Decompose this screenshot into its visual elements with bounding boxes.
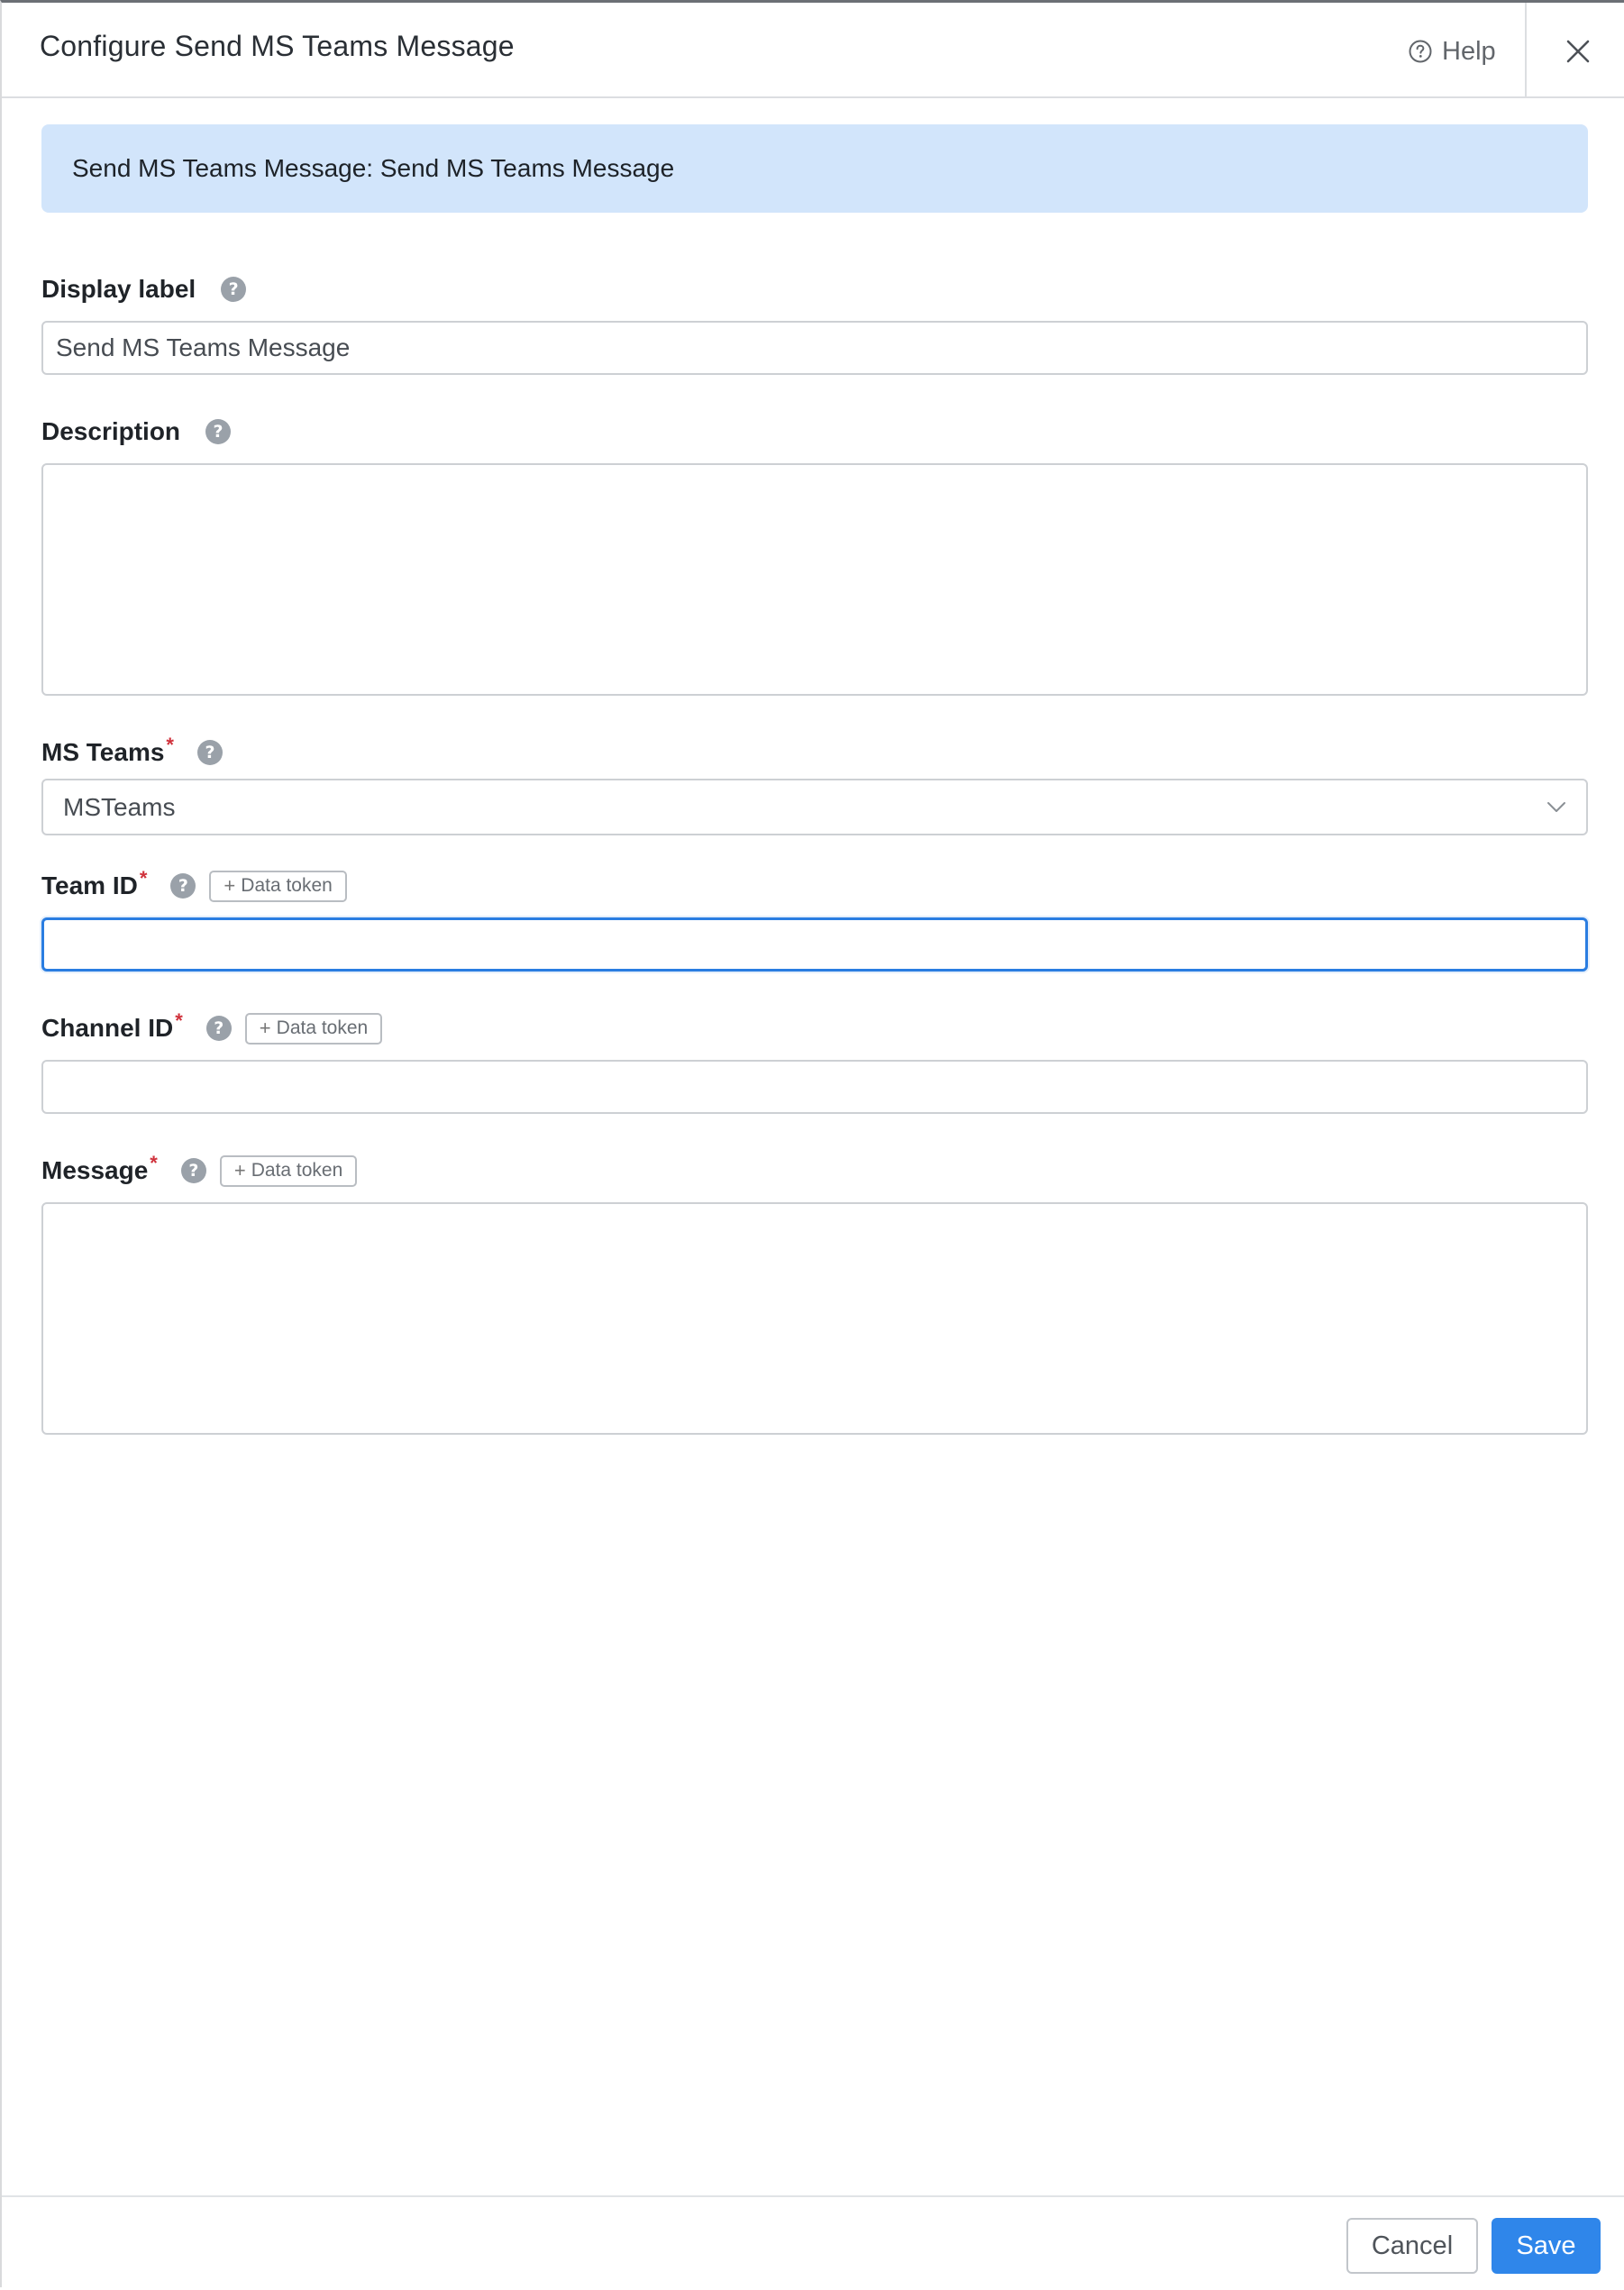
team-id-label: Team ID — [41, 871, 138, 899]
header-divider — [1525, 3, 1527, 98]
ms-teams-select[interactable]: MSTeams — [41, 779, 1588, 835]
dialog-header: Configure Send MS Teams Message Help — [2, 3, 1624, 98]
display-label-input[interactable]: Send MS Teams Message — [41, 321, 1588, 375]
description-label-row: Description ? — [41, 414, 232, 450]
chevron-down-icon — [1547, 801, 1565, 812]
info-banner: Send MS Teams Message: Send MS Teams Mes… — [41, 124, 1588, 213]
save-button[interactable]: Save — [1492, 2218, 1601, 2274]
message-label: Message — [41, 1156, 149, 1184]
channel-id-label: Channel ID — [41, 1014, 174, 1042]
required-marker: * — [166, 734, 174, 756]
question-icon[interactable]: ? — [180, 1158, 206, 1183]
required-marker: * — [139, 867, 148, 890]
required-marker: * — [150, 1152, 158, 1174]
configure-dialog: Configure Send MS Teams Message Help Sen… — [0, 0, 1624, 2287]
team-id-data-token-button[interactable]: + Data token — [209, 870, 347, 902]
cancel-button[interactable]: Cancel — [1346, 2218, 1478, 2274]
plus-icon: + — [224, 874, 236, 897]
display-label-label: Display label — [41, 275, 196, 303]
required-marker: * — [175, 1009, 183, 1032]
data-token-label: Data token — [251, 1160, 343, 1181]
channel-id-input[interactable] — [41, 1060, 1588, 1114]
question-icon[interactable]: ? — [205, 1016, 232, 1041]
channel-id-data-token-button[interactable]: + Data token — [244, 1012, 383, 1045]
channel-id-label-row: Channel ID * ? + Data token — [41, 1009, 383, 1046]
plus-icon: + — [259, 1017, 271, 1039]
message-label-row: Message * ? + Data token — [41, 1152, 358, 1189]
ms-teams-selected-value: MSTeams — [63, 792, 176, 821]
question-icon[interactable]: ? — [170, 873, 196, 899]
data-token-label: Data token — [276, 1017, 369, 1038]
question-circle-icon — [1409, 40, 1432, 63]
team-id-label-row: Team ID * ? + Data token — [41, 867, 347, 904]
plus-icon: + — [233, 1159, 246, 1181]
question-icon[interactable]: ? — [205, 419, 232, 444]
message-data-token-button[interactable]: + Data token — [219, 1154, 358, 1187]
message-textarea[interactable] — [41, 1202, 1588, 1435]
help-button[interactable]: Help — [1408, 33, 1496, 69]
banner-text: Send MS Teams Message: Send MS Teams Mes… — [72, 154, 675, 182]
question-icon[interactable]: ? — [221, 277, 247, 302]
dialog-footer: Cancel Save — [2, 2195, 1624, 2290]
description-label: Description — [41, 417, 181, 445]
close-icon[interactable] — [1561, 34, 1595, 68]
ms-teams-label-row: MS Teams * ? — [41, 734, 223, 771]
question-icon[interactable]: ? — [196, 740, 223, 765]
team-id-input[interactable] — [41, 917, 1588, 972]
ms-teams-label: MS Teams — [41, 738, 165, 766]
display-label-label-row: Display label ? — [41, 271, 247, 307]
dialog-title: Configure Send MS Teams Message — [40, 30, 515, 62]
display-label-value: Send MS Teams Message — [56, 333, 351, 361]
data-token-label: Data token — [241, 875, 333, 896]
help-label: Help — [1442, 36, 1496, 66]
description-textarea[interactable] — [41, 463, 1588, 696]
